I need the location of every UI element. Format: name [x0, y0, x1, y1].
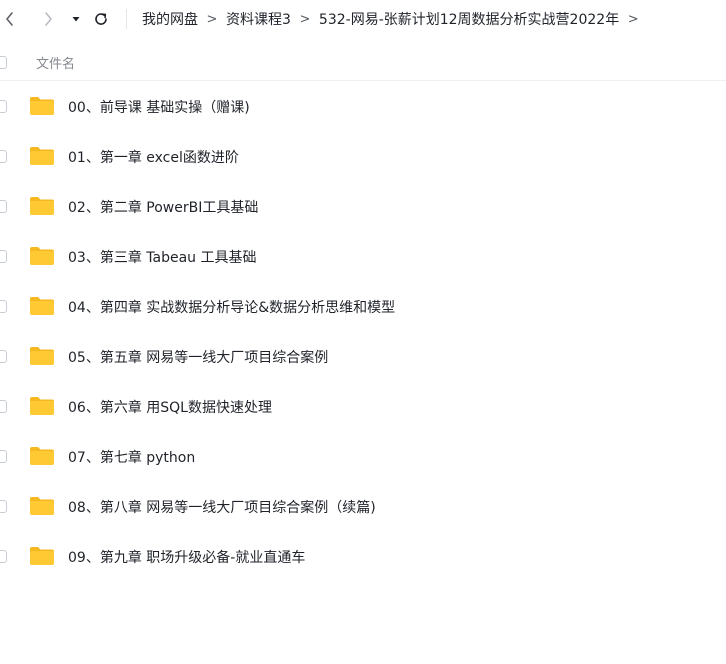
folder-icon [30, 297, 54, 315]
breadcrumb-separator[interactable]: > [619, 12, 647, 27]
breadcrumb: 我的网盘 > 资料课程3 > 532-网易-张薪计划12周数据分析实战营2022… [142, 9, 647, 29]
refresh-button[interactable] [91, 7, 111, 31]
folder-icon [30, 147, 54, 165]
breadcrumb-separator: > [206, 11, 218, 27]
row-checkbox[interactable] [0, 300, 7, 313]
file-name[interactable]: 00、前导课 基础实操（赠课) [68, 97, 250, 117]
list-item[interactable]: 06、第六章 用SQL数据快速处理 [0, 381, 726, 431]
row-checkbox[interactable] [0, 150, 7, 163]
folder-icon [30, 547, 54, 565]
file-name[interactable]: 03、第三章 Tabeau 工具基础 [68, 247, 256, 267]
refresh-icon [95, 13, 107, 25]
caret-down-icon [72, 17, 80, 22]
row-checkbox[interactable] [0, 500, 7, 513]
list-item[interactable]: 00、前导课 基础实操（赠课) [0, 81, 726, 131]
folder-icon [30, 197, 54, 215]
list-item[interactable]: 02、第二章 PowerBI工具基础 [0, 181, 726, 231]
folder-icon [30, 247, 54, 265]
list-item[interactable]: 04、第四章 实战数据分析导论&数据分析思维和模型 [0, 281, 726, 331]
list-item[interactable]: 08、第八章 网易等一线大厂项目综合案例（续篇) [0, 481, 726, 531]
chevron-right-icon [45, 12, 52, 26]
file-name[interactable]: 02、第二章 PowerBI工具基础 [68, 197, 258, 217]
file-name[interactable]: 06、第六章 用SQL数据快速处理 [68, 397, 272, 417]
folder-icon [30, 347, 54, 365]
row-checkbox[interactable] [0, 550, 7, 563]
row-checkbox[interactable] [0, 350, 7, 363]
folder-icon [30, 497, 54, 515]
breadcrumb-separator: > [299, 11, 311, 27]
file-name[interactable]: 05、第五章 网易等一线大厂项目综合案例 [68, 347, 328, 367]
select-all-checkbox[interactable] [0, 56, 7, 69]
row-checkbox[interactable] [0, 250, 7, 263]
list-item[interactable]: 01、第一章 excel函数进阶 [0, 131, 726, 181]
file-name[interactable]: 09、第九章 职场升级必备-就业直通车 [68, 547, 305, 567]
list-item[interactable]: 05、第五章 网易等一线大厂项目综合案例 [0, 331, 726, 381]
file-name[interactable]: 04、第四章 实战数据分析导论&数据分析思维和模型 [68, 297, 395, 317]
folder-icon [30, 97, 54, 115]
file-name[interactable]: 07、第七章 python [68, 447, 195, 467]
row-checkbox[interactable] [0, 100, 7, 113]
folder-icon [30, 397, 54, 415]
folder-icon [30, 447, 54, 465]
top-navigation-bar: 我的网盘 > 资料课程3 > 532-网易-张薪计划12周数据分析实战营2022… [0, 0, 726, 38]
forward-button[interactable] [38, 7, 58, 31]
list-item[interactable]: 03、第三章 Tabeau 工具基础 [0, 231, 726, 281]
breadcrumb-item-current[interactable]: 532-网易-张薪计划12周数据分析实战营2022年 [319, 9, 619, 29]
back-button[interactable] [0, 7, 20, 31]
breadcrumb-item-course[interactable]: 资料课程3 [226, 9, 291, 29]
file-list-header: 文件名 [0, 44, 726, 81]
list-item[interactable]: 07、第七章 python [0, 431, 726, 481]
file-name[interactable]: 08、第八章 网易等一线大厂项目综合案例（续篇) [68, 497, 376, 517]
chevron-left-icon [6, 12, 13, 26]
history-dropdown-button[interactable] [66, 7, 86, 31]
breadcrumb-item-root[interactable]: 我的网盘 [142, 9, 198, 29]
file-name[interactable]: 01、第一章 excel函数进阶 [68, 147, 239, 167]
row-checkbox[interactable] [0, 400, 7, 413]
column-header-name[interactable]: 文件名 [36, 53, 75, 72]
row-checkbox[interactable] [0, 200, 7, 213]
list-item[interactable]: 09、第九章 职场升级必备-就业直通车 [0, 531, 726, 581]
file-browser: 我的网盘 > 资料课程3 > 532-网易-张薪计划12周数据分析实战营2022… [0, 0, 726, 664]
toolbar-divider [126, 9, 127, 29]
row-checkbox[interactable] [0, 450, 7, 463]
